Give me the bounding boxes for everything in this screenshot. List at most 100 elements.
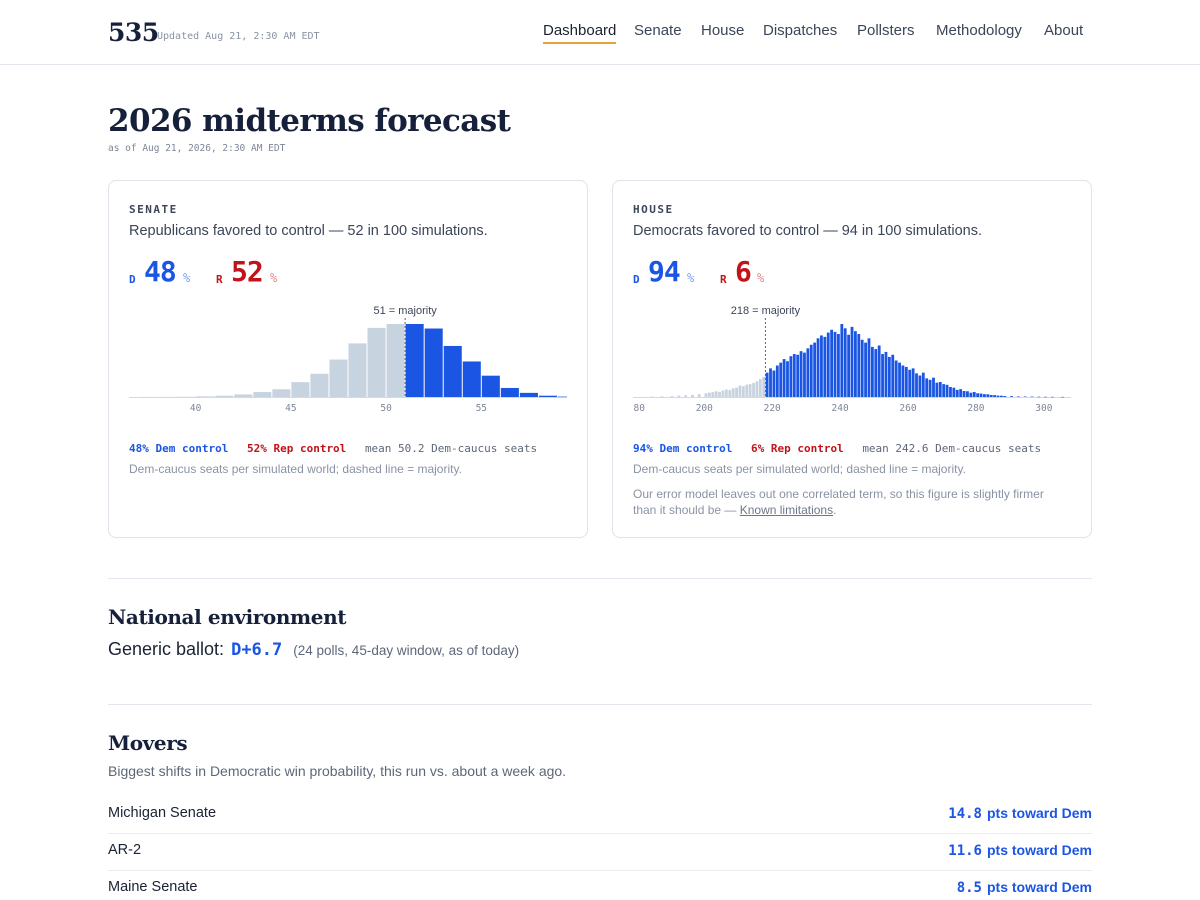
house-hist-bar [779, 362, 783, 397]
nav-house[interactable]: House [701, 22, 744, 39]
updated-timestamp: Updated Aug 21, 2:30 AM EDT [157, 31, 320, 42]
house-hist-bar [891, 354, 895, 397]
house-hist-bar [969, 392, 973, 397]
house-hist-bar [650, 396, 654, 398]
mover-name[interactable]: Maine Senate [108, 879, 197, 895]
generic-ballot-note: (24 polls, 45-day window, as of today) [293, 643, 520, 658]
house-hist-bar [724, 389, 728, 397]
house-note-end: . [833, 503, 837, 517]
senate-hist-tick-label: 40 [190, 403, 202, 414]
house-hist-bar [745, 384, 749, 397]
senate-rep-prob: 52 [231, 255, 264, 288]
house-hist-bar [809, 344, 813, 397]
house-hist-bar [786, 361, 789, 397]
mover-shift-suffix: pts toward Dem [986, 842, 1092, 858]
house-hist-bar [820, 335, 823, 397]
nav-methodology[interactable]: Methodology [936, 22, 1022, 39]
house-hist-bar [898, 362, 901, 397]
nav-pollsters[interactable]: Pollsters [857, 22, 915, 39]
house-hist-bar [989, 395, 993, 397]
senate-caption: Dem-caucus seats per simulated world; da… [129, 462, 462, 476]
house-hist-bar [762, 376, 766, 397]
house-hist-bar [921, 372, 925, 397]
house-hist-bar [983, 394, 986, 397]
mover-name[interactable]: Michigan Senate [108, 805, 216, 821]
senate-dem-prob: 48 [144, 255, 177, 288]
house-hist-bar [986, 394, 990, 397]
mover-row[interactable]: Maine Senate 8.5 pts toward Dem [108, 871, 1092, 900]
house-hist-bar [942, 384, 946, 397]
senate-hist-bar [481, 375, 500, 397]
senate-rep-pct: % [270, 271, 278, 285]
house-hist-bar [935, 382, 939, 397]
house-hist-bar [1016, 396, 1020, 397]
house-hist-bar [731, 388, 735, 397]
senate-legend-dem: 48% Dem control [129, 442, 229, 455]
mover-row[interactable]: AR-2 11.6 pts toward Dem [108, 834, 1092, 871]
house-hist-bar [938, 381, 942, 397]
section-divider [108, 578, 1092, 579]
senate-hist-bar [367, 327, 386, 397]
senate-hist-bar [538, 395, 557, 397]
senate-hist-bar [519, 392, 538, 397]
house-hist-majority-label: 218 = majority [731, 305, 801, 317]
house-hist-bar [826, 332, 830, 397]
house-rep-pct: % [757, 271, 765, 285]
movers-subtitle: Biggest shifts in Democratic win probabi… [108, 763, 567, 779]
senate-hist-bar [272, 389, 291, 397]
house-hist-bar [894, 360, 898, 397]
senate-hist-tick-label: 55 [476, 403, 487, 414]
senate-hist-bar [139, 396, 158, 398]
house-hist-bar [1044, 396, 1047, 398]
senate-hist-bar [177, 396, 196, 398]
house-hist-bar [796, 354, 800, 397]
house-hist-bar [721, 390, 725, 397]
senate-hist-bar [405, 324, 424, 397]
house-hist-bar [752, 382, 755, 397]
senate-hist-bar [348, 343, 367, 397]
house-hist-tick-label: 280 [967, 403, 984, 414]
senate-hist-bar [196, 396, 215, 397]
house-hist-bar [830, 329, 834, 397]
as-of-timestamp: as of Aug 21, 2026, 2:30 AM EDT [108, 143, 286, 154]
house-hist-bar [945, 384, 949, 397]
nav-senate[interactable]: Senate [634, 22, 682, 39]
senate-dem-pct: % [183, 271, 191, 285]
house-hist-tick-label: 260 [899, 403, 916, 414]
house-hist-bar [915, 373, 918, 397]
senate-hist-bar [424, 328, 443, 397]
house-hist-bar [847, 334, 851, 397]
nav-dashboard[interactable]: Dashboard [543, 22, 617, 44]
generic-ballot-value: D+6.7 [231, 640, 283, 660]
house-legend-dem: 94% Dem control [633, 442, 733, 455]
house-hist-tick-label: 220 [764, 403, 781, 414]
nav-about[interactable]: About [1044, 22, 1083, 39]
generic-ballot-label: Generic ballot: [108, 639, 225, 659]
senate-hist-tick-label: 45 [285, 403, 296, 414]
mover-name[interactable]: AR-2 [108, 842, 141, 858]
mover-shift-value: 14.8 [948, 806, 982, 822]
house-hist-bar [837, 334, 840, 397]
house-rep-letter: R [720, 273, 727, 286]
house-hist-bar [1003, 396, 1007, 397]
house-hist-bar [735, 387, 738, 397]
senate-hist-bar [557, 396, 567, 398]
senate-hist-bar [386, 324, 405, 397]
house-hist-tick-label: 300 [1035, 403, 1052, 414]
senate-headline: Republicans favored to control — 52 in 1… [129, 223, 488, 239]
house-hist-bar [887, 356, 891, 397]
mover-row[interactable]: Michigan Senate 14.8 pts toward Dem [108, 797, 1092, 834]
senate-legend: 48% Dem control 52% Rep control mean 50.… [129, 442, 549, 455]
senate-hist-bar [443, 345, 462, 397]
house-hist-bar [833, 331, 837, 397]
house-error-note: Our error model leaves out one correlate… [633, 486, 1063, 518]
known-limitations-link[interactable]: Known limitations [740, 503, 833, 517]
house-hist-bar [816, 338, 820, 397]
house-hist-bar [1010, 396, 1013, 397]
top-bar: 535 Updated Aug 21, 2:30 AM EDT Dashboar… [0, 0, 1200, 65]
nav-dispatches[interactable]: Dispatches [763, 22, 837, 39]
house-hist-bar [857, 334, 861, 397]
house-hist-bar [708, 392, 711, 397]
site-logo[interactable]: 535 [108, 18, 159, 47]
house-hist-bar [806, 348, 810, 397]
